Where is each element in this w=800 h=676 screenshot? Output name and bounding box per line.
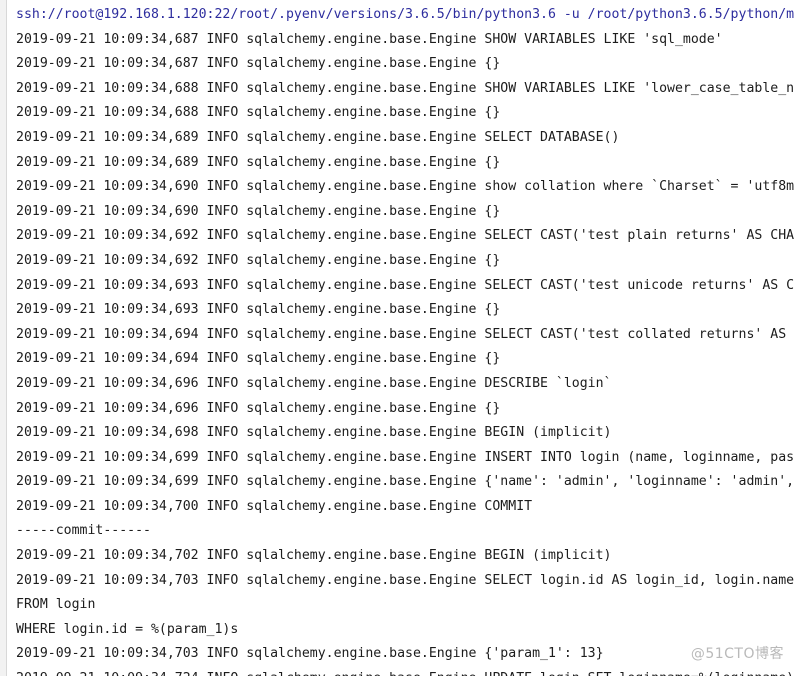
console-log-line: 2019-09-21 10:09:34,696 INFO sqlalchemy.… <box>16 400 501 416</box>
console-log-line: 2019-09-21 10:09:34,688 INFO sqlalchemy.… <box>16 80 795 96</box>
console-command-line: ssh://root@192.168.1.120:22/root/.pyenv/… <box>16 7 795 22</box>
console-log-line: 2019-09-21 10:09:34,724 INFO sqlalchemy.… <box>8 667 800 676</box>
console-log-line: 2019-09-21 10:09:34,692 INFO sqlalchemy.… <box>16 228 795 244</box>
console-log-line: 2019-09-21 10:09:34,700 INFO sqlalchemy.… <box>16 498 533 514</box>
console-log-line: 2019-09-21 10:09:34,694 INFO sqlalchemy.… <box>16 326 787 342</box>
console-log-line: 2019-09-21 10:09:34,703 INFO sqlalchemy.… <box>16 646 604 662</box>
log-line-list: ssh://root@192.168.1.120:22/root/.pyenv/… <box>8 3 800 676</box>
console-log-line: 2019-09-21 10:09:34,690 INFO sqlalchemy.… <box>16 203 501 219</box>
console-gutter <box>0 0 7 676</box>
console-log-line: -----commit------ <box>16 523 151 539</box>
console-log-line: 2019-09-21 10:09:34,696 INFO sqlalchemy.… <box>16 375 612 391</box>
console-log-line: 2019-09-21 10:09:34,699 INFO sqlalchemy.… <box>16 474 795 490</box>
console-log-line: 2019-09-21 10:09:34,693 INFO sqlalchemy.… <box>16 302 501 318</box>
console-log-line: 2019-09-21 10:09:34,687 INFO sqlalchemy.… <box>16 56 501 72</box>
console-log-line: 2019-09-21 10:09:34,693 INFO sqlalchemy.… <box>16 277 795 293</box>
console-log-line: 2019-09-21 10:09:34,689 INFO sqlalchemy.… <box>16 154 501 170</box>
console-log-line: 2019-09-21 10:09:34,699 INFO sqlalchemy.… <box>16 449 795 465</box>
console-log-line: 2019-09-21 10:09:34,692 INFO sqlalchemy.… <box>16 252 501 268</box>
console-log-line: FROM login <box>16 597 96 613</box>
console-log-area[interactable]: ssh://root@192.168.1.120:22/root/.pyenv/… <box>8 0 800 676</box>
console-log-line: 2019-09-21 10:09:34,689 INFO sqlalchemy.… <box>16 129 620 145</box>
console-log-line: 2019-09-21 10:09:34,702 INFO sqlalchemy.… <box>16 548 612 564</box>
console-log-line: 2019-09-21 10:09:34,687 INFO sqlalchemy.… <box>16 31 723 47</box>
console-log-line: 2019-09-21 10:09:34,698 INFO sqlalchemy.… <box>16 425 612 441</box>
console-log-line: WHERE login.id = %(param_1)s <box>16 621 239 637</box>
console-log-line: 2019-09-21 10:09:34,688 INFO sqlalchemy.… <box>16 105 501 121</box>
console-window: ssh://root@192.168.1.120:22/root/.pyenv/… <box>0 0 800 676</box>
console-log-line: 2019-09-21 10:09:34,690 INFO sqlalchemy.… <box>16 179 795 195</box>
console-log-line: 2019-09-21 10:09:34,694 INFO sqlalchemy.… <box>16 351 501 367</box>
console-log-line: 2019-09-21 10:09:34,703 INFO sqlalchemy.… <box>16 572 795 588</box>
